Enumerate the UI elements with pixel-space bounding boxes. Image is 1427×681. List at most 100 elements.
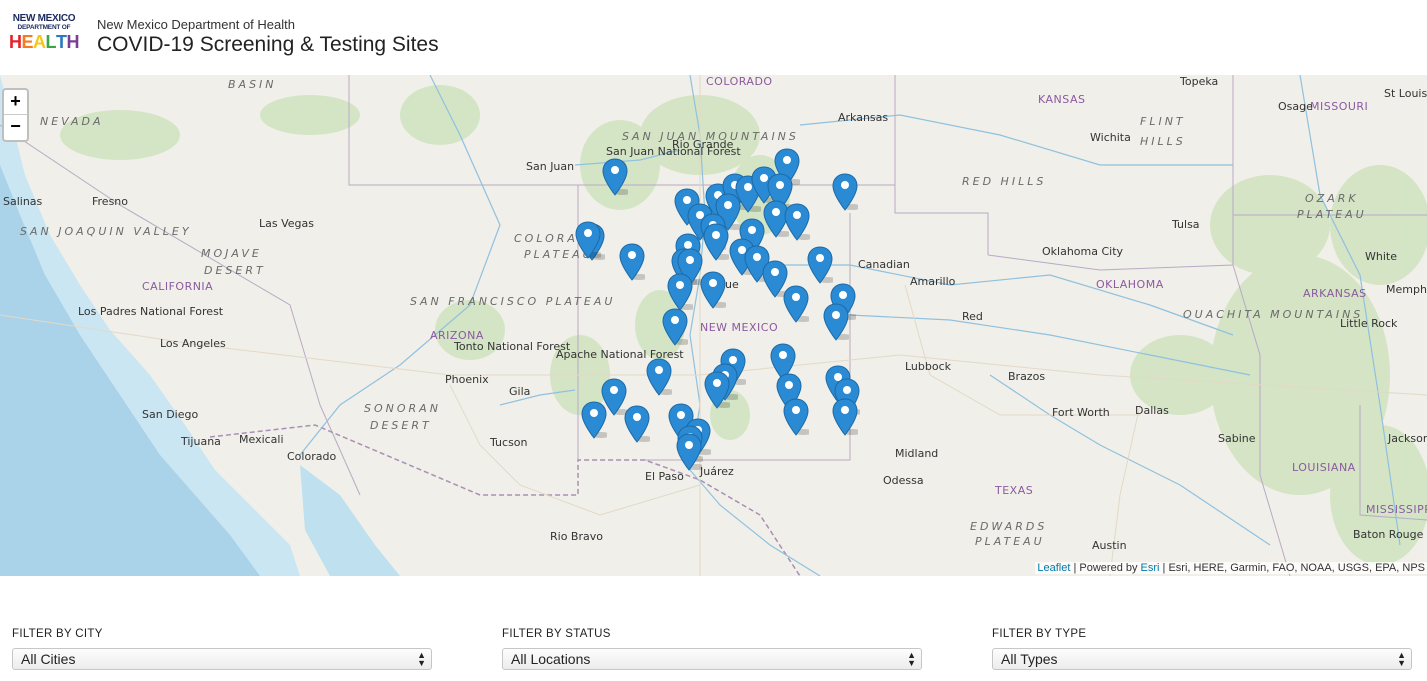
site-marker-icon[interactable] [624, 405, 654, 443]
map-label: Red [962, 310, 983, 323]
logo-line2: DEPARTMENT OF [17, 24, 71, 31]
map-label: RED HILLS [962, 175, 1047, 188]
map-label: Fort Worth [1052, 406, 1110, 419]
map-label: KANSAS [1038, 93, 1086, 106]
map-label: Oklahoma City [1042, 245, 1124, 258]
map-label: SONORAN [364, 402, 441, 415]
map-label: HILLS [1140, 135, 1186, 148]
map-label: Odessa [883, 474, 924, 487]
logo-line1: NEW MEXICO [12, 13, 76, 24]
site-marker-icon[interactable] [832, 173, 862, 211]
map-label: Tonto National Forest [454, 340, 571, 353]
department-name: New Mexico Department of Health [97, 17, 295, 32]
site-marker-icon[interactable] [823, 303, 853, 341]
filter-status-select[interactable]: All Locations ▲ ▼ [502, 648, 922, 670]
filter-city-label: FILTER BY CITY [12, 628, 103, 640]
attribution-sources: | Esri, HERE, Garmin, FAO, NOAA, USGS, E… [1159, 562, 1425, 574]
map-label: Canadian [858, 258, 910, 271]
map-label: SAN JOAQUIN VALLEY [20, 225, 192, 238]
zoom-control[interactable]: + − [2, 88, 29, 142]
filter-type-group: FILTER BY TYPE All Types ▲ ▼ [992, 628, 1412, 670]
map-label: Memph [1386, 283, 1427, 296]
map-label: Fresno [92, 195, 129, 208]
map-label: St Louis [1384, 87, 1427, 100]
map-label: Los Padres National Forest [78, 305, 224, 318]
map-label: Tucson [490, 436, 528, 449]
map-label: Gila [509, 385, 531, 398]
map-label: Arkansas [838, 111, 889, 124]
site-marker-icon[interactable] [783, 398, 813, 436]
esri-link[interactable]: Esri [1141, 562, 1160, 574]
site-marker-icon[interactable] [575, 221, 605, 259]
map-label: NEVADA [40, 115, 104, 128]
app-header: NEW MEXICO DEPARTMENT OF HEALTH New Mexi… [0, 0, 1427, 75]
logo-line3: HEALTH [9, 31, 80, 52]
site-marker-icon[interactable] [807, 246, 837, 284]
map-label: OZARK [1305, 192, 1359, 205]
map-label: Phoenix [445, 373, 489, 386]
filter-type-select[interactable]: All Types ▲ ▼ [992, 648, 1412, 670]
site-marker-icon[interactable] [602, 158, 632, 196]
map-label: LOUISIANA [1292, 461, 1356, 474]
zoom-in-button[interactable]: + [4, 90, 27, 115]
map-label: MISSOURI [1310, 100, 1369, 113]
map-label: BASIN [228, 78, 277, 91]
map-label: MISSISSIPP [1366, 503, 1427, 516]
filter-city-select[interactable]: All Cities ▲ ▼ [12, 648, 432, 670]
map-label: OUACHITA MOUNTAINS [1183, 308, 1364, 321]
site-marker-icon[interactable] [832, 398, 862, 436]
map-label: Jacksor [1388, 432, 1427, 445]
map-label: OKLAHOMA [1096, 278, 1164, 291]
zoom-out-button[interactable]: − [4, 115, 27, 140]
powered-by-text: | Powered by [1070, 562, 1141, 574]
map-label: CALIFORNIA [142, 280, 214, 293]
map-label: DESERT [204, 264, 266, 277]
map-label: Osage [1278, 100, 1313, 113]
map-label: Juárez [700, 465, 734, 478]
map-label: Colorado [287, 450, 337, 463]
map-label: Salinas [3, 195, 43, 208]
map-label: Tijuana [181, 435, 221, 448]
map-label: Rio Bravo [550, 530, 603, 543]
site-marker-icon[interactable] [784, 203, 814, 241]
site-marker-icon[interactable] [700, 271, 730, 309]
site-marker-icon[interactable] [667, 273, 697, 311]
map-attribution: Leaflet | Powered by Esri | Esri, HERE, … [1035, 562, 1427, 574]
map-view[interactable]: BASIN COLORADO SAN JUAN MOUNTAINS San Juan … [0, 75, 1427, 576]
site-marker-icon[interactable] [703, 223, 733, 261]
filters-panel: FILTER BY CITY All Cities ▲ ▼ FILTER BY S… [0, 576, 1427, 681]
select-arrows-icon: ▲ ▼ [1397, 650, 1406, 668]
map-label: Lubbock [905, 360, 952, 373]
select-arrows-icon: ▲ ▼ [417, 650, 426, 668]
map-label: Midland [895, 447, 939, 460]
map-label: Rio Grande [672, 138, 734, 151]
map-label: White [1365, 250, 1397, 263]
map-label: Tulsa [1172, 218, 1200, 231]
site-marker-icon[interactable] [646, 358, 676, 396]
site-marker-icon[interactable] [704, 371, 734, 409]
site-marker-icon[interactable] [581, 401, 611, 439]
map-label: COLORADO [706, 75, 773, 88]
map-label: NEW MEXICO [700, 321, 779, 334]
filter-city-value: All Cities [21, 651, 76, 667]
page-title: COVID-19 Screening & Testing Sites [97, 33, 439, 56]
map-label: ARKANSAS [1303, 287, 1367, 300]
map-label: Los Angeles [160, 337, 226, 350]
nm-health-logo: NEW MEXICO DEPARTMENT OF HEALTH [9, 13, 80, 56]
map-label: TEXAS [995, 484, 1034, 497]
map-label: SAN FRANCISCO PLATEAU [410, 295, 616, 308]
select-arrows-icon: ▲ ▼ [907, 650, 916, 668]
map-label: PLATEAU [1297, 208, 1367, 221]
filter-city-group: FILTER BY CITY All Cities ▲ ▼ [12, 628, 432, 670]
site-marker-icon[interactable] [619, 243, 649, 281]
map-label: Wichita [1090, 131, 1131, 144]
site-marker-icon[interactable] [676, 433, 706, 471]
map-label: Austin [1092, 539, 1127, 552]
map-label: EDWARDS [970, 520, 1048, 533]
map-label: Brazos [1008, 370, 1046, 383]
site-marker-icon[interactable] [662, 308, 692, 346]
filter-type-value: All Types [1001, 651, 1058, 667]
leaflet-link[interactable]: Leaflet [1037, 562, 1070, 574]
site-marker-icon[interactable] [783, 285, 813, 323]
filter-status-value: All Locations [511, 651, 591, 667]
